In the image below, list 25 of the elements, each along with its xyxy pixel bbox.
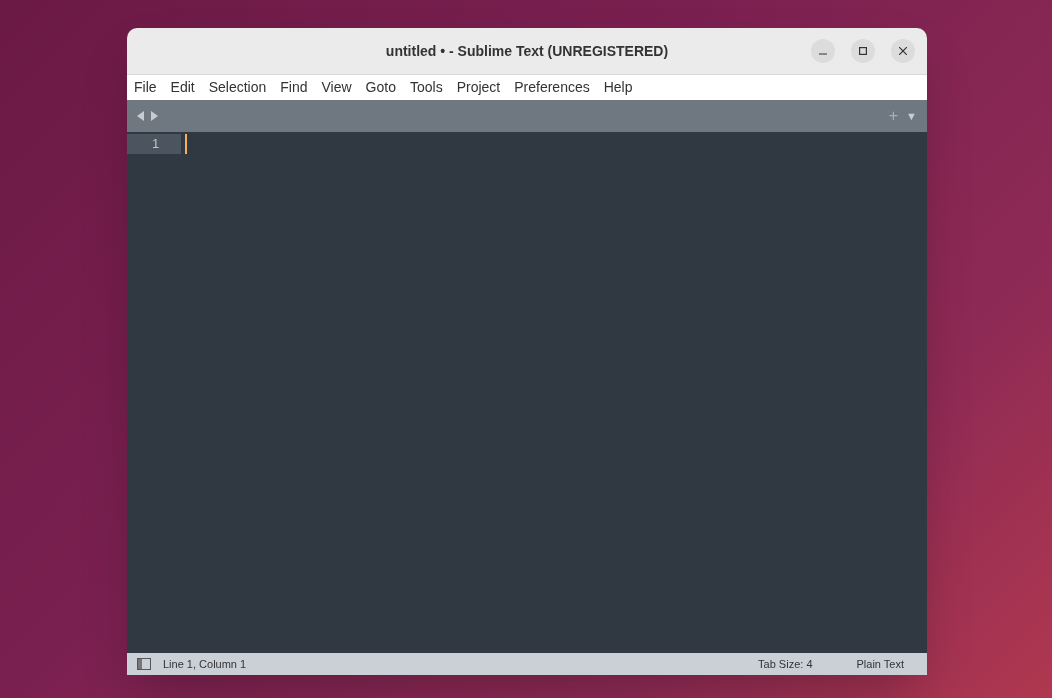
menu-item[interactable]: Preferences: [514, 77, 590, 98]
line-number: 1: [127, 134, 181, 154]
menu-item[interactable]: Tools: [409, 77, 443, 98]
menu-item[interactable]: Find: [280, 77, 308, 98]
menu-item[interactable]: Edit: [170, 77, 195, 98]
back-arrow-icon[interactable]: [137, 111, 145, 121]
menu-item[interactable]: Help: [603, 77, 633, 98]
sidebar-toggle-icon[interactable]: [137, 658, 151, 670]
text-cursor: [185, 134, 187, 154]
forward-arrow-icon[interactable]: [150, 111, 158, 121]
editor-area[interactable]: 1: [127, 132, 927, 653]
menu-item[interactable]: Selection: [208, 77, 267, 98]
menu-item[interactable]: Project: [456, 77, 501, 98]
syntax-mode[interactable]: Plain Text: [856, 655, 904, 673]
close-button[interactable]: [891, 39, 915, 63]
minimize-button[interactable]: [811, 39, 835, 63]
maximize-button[interactable]: [851, 39, 875, 63]
maximize-icon: [859, 47, 867, 55]
menu-item[interactable]: Goto: [365, 77, 396, 98]
close-icon: [899, 47, 907, 55]
tab-size[interactable]: Tab Size: 4: [758, 655, 813, 673]
menu-item[interactable]: View: [321, 77, 352, 98]
window-title: untitled • - Sublime Text (UNREGISTERED): [385, 41, 669, 61]
menu-item[interactable]: File: [134, 77, 157, 98]
cursor-position: Line 1, Column 1: [163, 656, 247, 672]
